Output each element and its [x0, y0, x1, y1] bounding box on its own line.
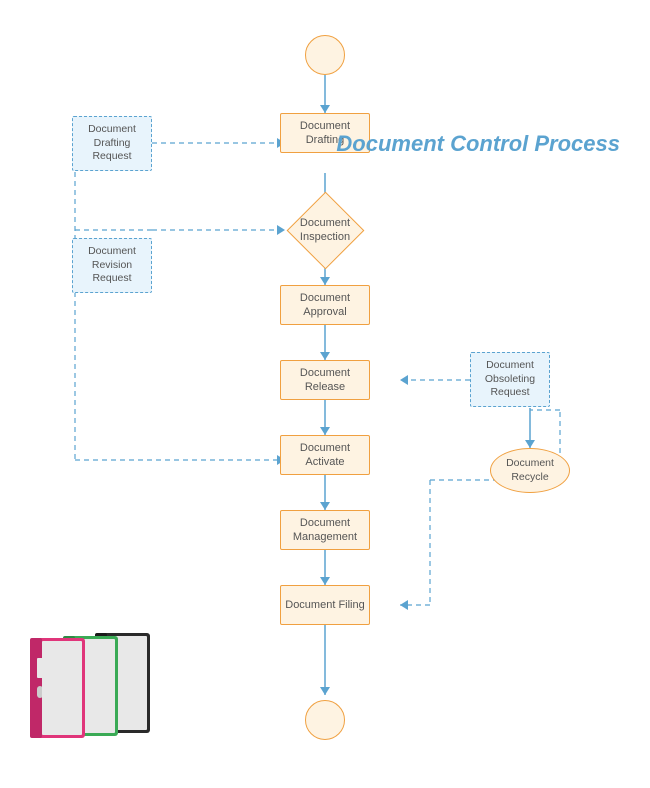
binders-illustration: [15, 628, 160, 748]
document-inspection-diamond: DocumentInspection: [280, 200, 370, 260]
document-recycle: Document Recycle: [490, 448, 570, 493]
diagram-title: Document Control Process: [336, 130, 620, 159]
document-release: Document Release: [280, 360, 370, 400]
start-circle: [305, 35, 345, 75]
document-obsoleting-request: Document Obsoleting Request: [470, 352, 550, 407]
document-approval: Document Approval: [280, 285, 370, 325]
document-drafting-request: Document Drafting Request: [72, 116, 152, 171]
document-activate: Document Activate: [280, 435, 370, 475]
document-filing: Document Filing: [280, 585, 370, 625]
diagram-container: Document Drafting Request Document Draft…: [0, 0, 650, 788]
document-management: Document Management: [280, 510, 370, 550]
document-revision-request: Document Revision Request: [72, 238, 152, 293]
end-circle: [305, 700, 345, 740]
